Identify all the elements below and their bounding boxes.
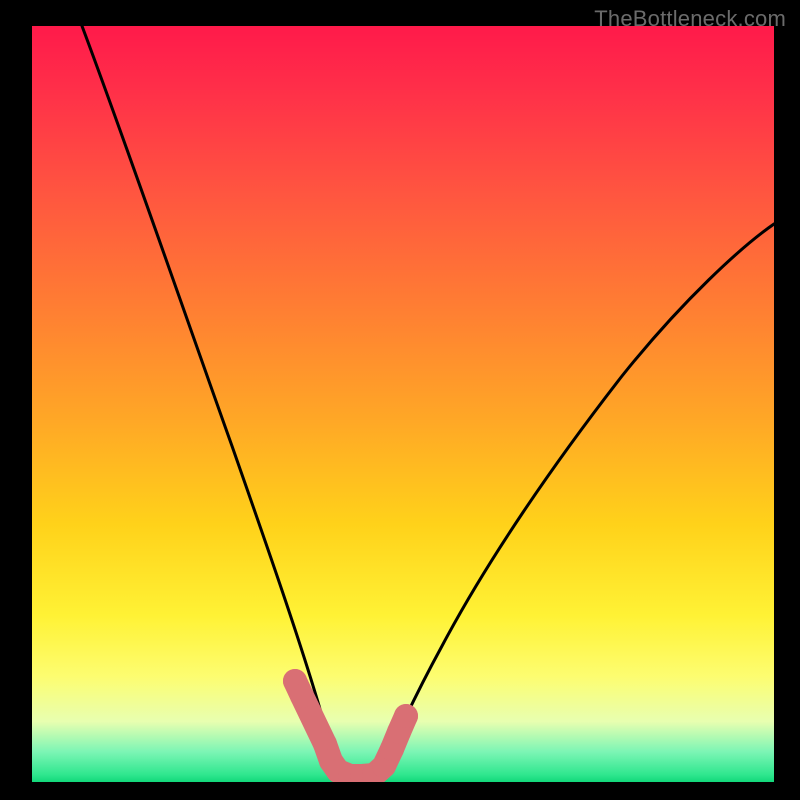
plot-area xyxy=(32,26,774,782)
right-curve xyxy=(384,224,774,766)
marker-band xyxy=(283,669,418,782)
curves-svg xyxy=(32,26,774,782)
chart-container: TheBottleneck.com xyxy=(0,0,800,800)
left-curve xyxy=(82,26,334,766)
